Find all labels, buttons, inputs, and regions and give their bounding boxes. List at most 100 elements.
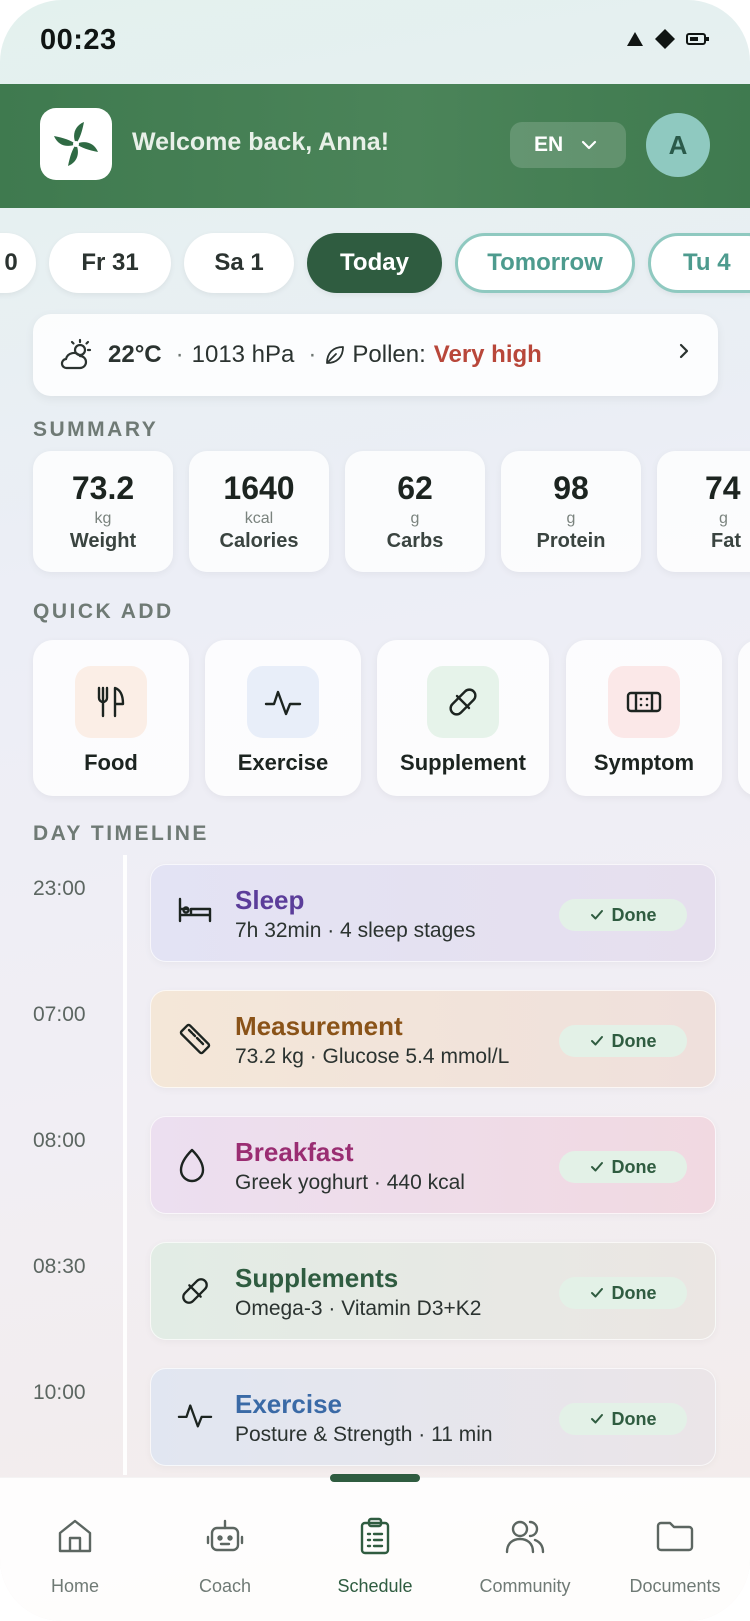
pollen-label: Pollen: — [352, 341, 426, 368]
home-icon — [58, 1519, 92, 1553]
status-badge-label: Done — [611, 904, 657, 925]
status-badge-label: Done — [611, 1282, 657, 1303]
timeline-event-breakfast[interactable]: Breakfast Greek yoghurt · 440 kcal Done — [150, 1116, 716, 1214]
drop-icon — [179, 1148, 205, 1183]
date-chip-today[interactable]: Today — [307, 233, 442, 293]
check-icon — [590, 1036, 603, 1046]
summary-card-weight[interactable]: 73.2 kg Weight — [33, 451, 173, 572]
welcome-text: Welcome back, Anna! — [132, 128, 390, 156]
summary-value: 73.2 — [71, 470, 135, 506]
status-badge-label: Done — [611, 1030, 657, 1051]
summary-card-fat[interactable]: 74 g Fat — [657, 451, 750, 572]
date-chip-label: Tomorrow — [487, 249, 603, 276]
summary-label: Carbs — [386, 530, 444, 552]
date-chip-sa1[interactable]: Sa 1 — [184, 233, 294, 293]
bottom-nav: Home Coach Schedule Community Documents — [0, 1474, 750, 1621]
signal-icon — [627, 32, 643, 46]
check-icon — [590, 910, 603, 920]
date-chip-tu4[interactable]: Tu 4 — [648, 233, 750, 293]
summary-card-carbs[interactable]: 62 g Carbs — [345, 451, 485, 572]
status-badge: Done — [559, 1403, 687, 1435]
date-chip-label: Fr 31 — [81, 249, 139, 276]
date-chip-fr31[interactable]: Fr 31 — [49, 233, 171, 293]
app-logo[interactable] — [40, 108, 112, 180]
nav-item-coach[interactable]: Coach — [150, 1478, 300, 1596]
status-badge-label: Done — [611, 1156, 657, 1177]
summary-unit: kcal — [244, 510, 274, 527]
date-chip-label: Sa 1 — [214, 249, 264, 276]
avatar[interactable]: A — [646, 113, 710, 177]
status-badge: Done — [559, 1025, 687, 1057]
nav-item-documents[interactable]: Documents — [600, 1478, 750, 1596]
quick-add-title: QUICK ADD — [33, 600, 174, 623]
timeline-event-sleep[interactable]: Sleep 7h 32min · 4 sleep stages Done — [150, 864, 716, 962]
timeline-event-measurement[interactable]: Measurement 73.2 kg · Glucose 5.4 mmol/L… — [150, 990, 716, 1088]
summary-value: 98 — [553, 470, 589, 506]
summary-card-protein[interactable]: 98 g Protein — [501, 451, 641, 572]
chevron-down-icon — [582, 140, 597, 150]
timeline-line — [123, 855, 127, 1475]
quick-add-food[interactable]: Food — [33, 640, 189, 796]
status-badge-label: Done — [611, 1408, 657, 1429]
pill-icon — [449, 688, 477, 716]
check-icon — [590, 1288, 603, 1298]
quick-add-label: Supplement — [400, 750, 526, 775]
summary-label: Calories — [219, 530, 299, 552]
quick-add-icon-bg — [75, 666, 147, 738]
summary-value: 1640 — [223, 470, 295, 506]
nav-item-schedule[interactable]: Schedule — [300, 1478, 450, 1596]
weather-card[interactable]: 22°C · 1013 hPa · Pollen: Very high — [33, 314, 718, 396]
check-icon — [590, 1414, 603, 1424]
fork-knife-icon — [97, 686, 125, 718]
clipboard-icon — [360, 1517, 390, 1555]
quick-add-symptom[interactable]: Symptom — [566, 640, 722, 796]
pulse-icon — [264, 690, 302, 716]
summary-unit: g — [410, 510, 420, 527]
check-icon — [590, 1162, 603, 1172]
summary-value: 62 — [397, 470, 433, 506]
timeline-event-subtitle: Omega-3 · Vitamin D3+K2 — [235, 1297, 482, 1320]
quick-add-more[interactable] — [738, 640, 750, 796]
language-label: EN — [534, 133, 564, 156]
timeline-event-exercise[interactable]: Exercise Posture & Strength · 11 min Don… — [150, 1368, 716, 1466]
timeline-event-supplements[interactable]: Supplements Omega-3 · Vitamin D3+K2 Done — [150, 1242, 716, 1340]
weather-pressure: 1013 hPa — [191, 341, 295, 368]
quick-add-exercise[interactable]: Exercise — [205, 640, 361, 796]
bandage-icon — [626, 691, 662, 713]
language-selector[interactable]: EN — [510, 122, 626, 168]
nav-label: Schedule — [337, 1576, 413, 1596]
nav-label: Coach — [198, 1576, 252, 1596]
nav-item-home[interactable]: Home — [0, 1478, 150, 1596]
timeline-event-title: Breakfast — [235, 1137, 354, 1167]
app-screen: 00:23 Welcome back, Anna! EN A 0 Fr 31 S… — [0, 0, 750, 1621]
summary-label: Weight — [69, 530, 137, 552]
nav-item-community[interactable]: Community — [450, 1478, 600, 1596]
timeline-event-subtitle: 7h 32min · 4 sleep stages — [235, 919, 476, 942]
summary-unit: kg — [94, 510, 112, 527]
summary-card-calories[interactable]: 1640 kcal Calories — [189, 451, 329, 572]
quick-add-supplement[interactable]: Supplement — [377, 640, 549, 796]
timeline-event-title: Supplements — [235, 1263, 399, 1293]
app-header: Welcome back, Anna! EN A — [0, 84, 750, 208]
quick-add-label: Food — [84, 750, 138, 775]
quick-add-label: Exercise — [237, 750, 329, 775]
quick-add-icon-bg — [247, 666, 319, 738]
timeline-event-title: Exercise — [235, 1389, 342, 1419]
avatar-initial: A — [668, 129, 688, 160]
date-chip-tomorrow[interactable]: Tomorrow — [455, 233, 635, 293]
nav-label: Documents — [629, 1576, 721, 1596]
bed-icon — [178, 897, 212, 923]
nav-label: Home — [50, 1576, 99, 1596]
date-chip-prev[interactable]: 0 — [0, 233, 36, 293]
summary-unit: g — [719, 510, 728, 527]
users-icon — [505, 1520, 545, 1554]
folder-icon — [656, 1521, 694, 1552]
ruler-icon — [179, 1023, 211, 1055]
timeline-event-subtitle: 73.2 kg · Glucose 5.4 mmol/L — [235, 1045, 510, 1068]
timeline-time: 10:00 — [33, 1381, 86, 1404]
date-chip-label: 0 — [4, 249, 18, 276]
summary-value: 74 — [705, 470, 741, 506]
timeline-title: DAY TIMELINE — [33, 822, 209, 845]
robot-icon — [206, 1519, 244, 1552]
pill-icon — [182, 1278, 208, 1304]
